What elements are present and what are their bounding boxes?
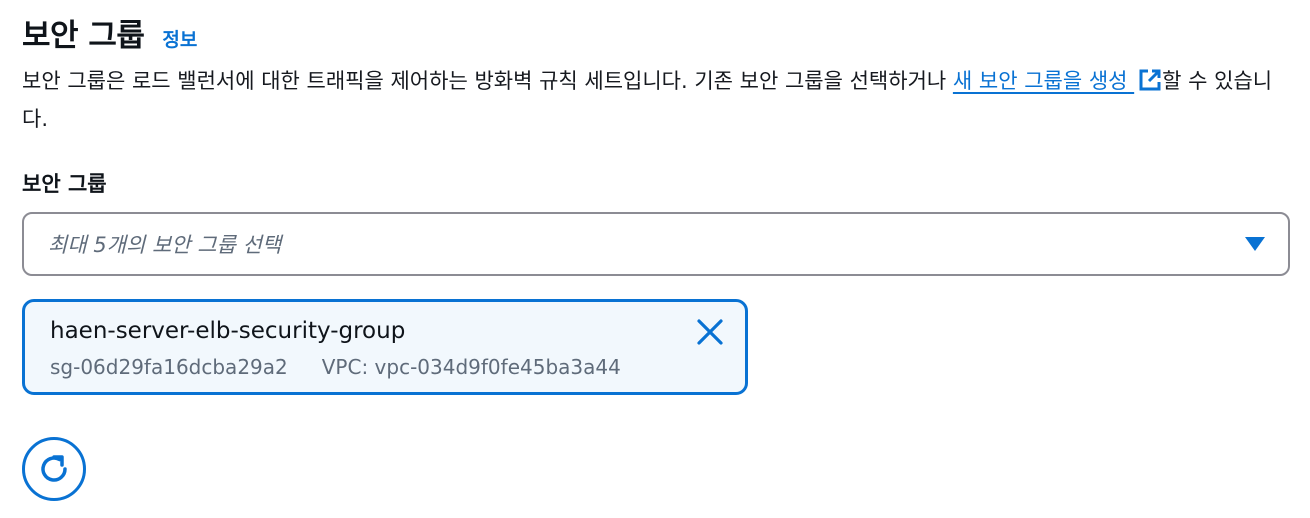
selected-security-group-token: haen-server-elb-security-group sg-06d29f… xyxy=(22,299,748,395)
page-title: 보안 그룹 xyxy=(22,18,145,54)
info-link[interactable]: 정보 xyxy=(162,25,197,52)
external-link-icon xyxy=(1139,69,1161,91)
create-security-group-link-label: 새 보안 그룹을 생성 xyxy=(952,69,1128,93)
token-meta: sg-06d29fa16dcba29a2 VPC: vpc-034d9f0fe45… xyxy=(50,355,621,379)
section-description: 보안 그룹은 로드 밸런서에 대한 트래픽을 제어하는 방화벽 규칙 세트입니다… xyxy=(22,62,1290,138)
token-group-name: haen-server-elb-security-group xyxy=(50,318,406,344)
select-placeholder: 최대 5개의 보안 그룹 선택 xyxy=(48,233,282,257)
refresh-icon xyxy=(41,455,67,482)
token-group-id: sg-06d29fa16dcba29a2 xyxy=(50,355,288,379)
security-group-field-label: 보안 그룹 xyxy=(22,172,107,196)
description-text: 보안 그룹은 로드 밸런서에 대한 트래픽을 제어하는 방화벽 규칙 세트입니다… xyxy=(22,69,953,93)
security-group-select[interactable]: 최대 5개의 보안 그룹 선택 xyxy=(22,212,1290,276)
caret-down-icon xyxy=(1245,237,1265,251)
token-vpc-id: VPC: vpc-034d9f0fe45ba3a44 xyxy=(321,355,621,379)
create-security-group-link[interactable]: 새 보안 그룹을 생성 xyxy=(953,69,1162,93)
section-header: 보안 그룹 정보 xyxy=(22,10,197,54)
refresh-button[interactable] xyxy=(22,437,86,501)
close-icon[interactable] xyxy=(695,317,725,347)
